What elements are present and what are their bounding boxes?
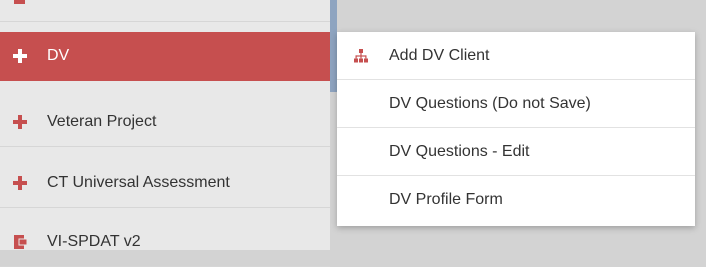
sitemap-icon bbox=[354, 48, 368, 63]
sidebar: DV Veteran Project CT Universal Assessme… bbox=[0, 0, 330, 267]
form-icon bbox=[12, 0, 28, 5]
sidebar-item-label: VI-SPDAT v2 bbox=[47, 233, 141, 250]
menu-item-label: DV Questions (Do not Save) bbox=[389, 94, 591, 112]
plus-icon bbox=[12, 175, 28, 191]
sidebar-item-cut-off[interactable] bbox=[0, 0, 330, 22]
menu-item-label: DV Profile Form bbox=[389, 191, 503, 208]
menu-item-dv-questions-do-not-save[interactable]: DV Questions (Do not Save) bbox=[337, 80, 695, 128]
menu-item-dv-profile-form[interactable]: DV Profile Form bbox=[337, 176, 695, 224]
menu-item-add-dv-client[interactable]: Add DV Client bbox=[337, 32, 695, 80]
sidebar-item-vi-spdat-v2[interactable]: VI-SPDAT v2 bbox=[0, 218, 330, 267]
sidebar-item-ct-universal-assessment[interactable]: CT Universal Assessment bbox=[0, 159, 330, 208]
menu-item-label: Add DV Client bbox=[389, 46, 490, 64]
plus-icon bbox=[12, 48, 28, 64]
sidebar-item-veteran-project[interactable]: Veteran Project bbox=[0, 98, 330, 147]
menu-item-label: DV Questions - Edit bbox=[389, 142, 530, 160]
menu-item-dv-questions-edit[interactable]: DV Questions - Edit bbox=[337, 128, 695, 176]
plus-icon bbox=[12, 114, 28, 130]
sidebar-item-label: DV bbox=[47, 47, 70, 64]
sidebar-item-dv[interactable]: DV bbox=[0, 32, 330, 81]
sidebar-item-label: CT Universal Assessment bbox=[47, 174, 230, 191]
form-icon bbox=[12, 234, 28, 250]
scrollbar-thumb[interactable] bbox=[330, 0, 337, 92]
sidebar-item-label: Veteran Project bbox=[47, 113, 157, 130]
dv-submenu: Add DV Client DV Questions (Do not Save)… bbox=[337, 32, 695, 226]
